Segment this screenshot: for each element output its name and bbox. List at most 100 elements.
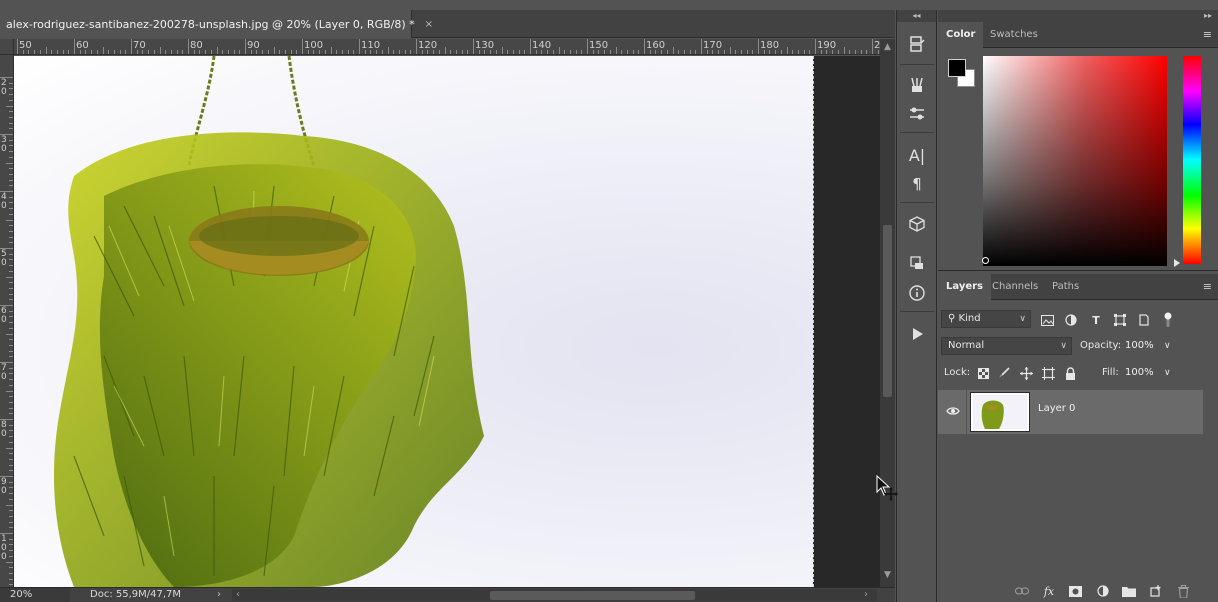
lock-position-icon[interactable] — [1018, 365, 1034, 381]
ruler-minor-tick — [148, 50, 150, 54]
layer-row[interactable]: Layer 0 — [938, 390, 1203, 434]
ruler-top[interactable]: 50 60 70 80 90 100 110 120 130 140 150 160 170 180 190… — [14, 39, 880, 55]
ruler-minor-tick — [336, 50, 338, 54]
ruler-minor-tick — [797, 50, 799, 54]
hue-slider[interactable] — [1183, 56, 1201, 264]
chevron-down-icon[interactable]: ∨ — [1164, 337, 1171, 355]
ruler-minor-tick — [592, 50, 594, 54]
filter-pixel-icon[interactable] — [1039, 312, 1055, 328]
ruler-minor-tick — [284, 50, 286, 54]
tab-color[interactable]: Color — [938, 22, 984, 48]
ruler-minor-tick — [6, 105, 13, 107]
history-brush-icon[interactable] — [903, 32, 931, 56]
ruler-minor-tick — [9, 401, 13, 403]
visibility-eye-icon[interactable] — [944, 402, 962, 420]
layer-style-fx-icon[interactable]: fx — [1041, 584, 1057, 598]
filter-smart-object-icon[interactable] — [1136, 312, 1152, 328]
ruler-minor-tick — [9, 327, 13, 329]
ruler-minor-tick — [222, 50, 224, 54]
blend-mode-select[interactable]: Normal ∨ — [941, 337, 1072, 355]
tab-paths[interactable]: Paths — [1044, 274, 1087, 300]
ruler-top-label: 90 — [247, 40, 260, 51]
character-icon[interactable]: A| — [903, 143, 931, 167]
ruler-minor-tick — [353, 50, 355, 54]
3d-cube-icon[interactable] — [903, 212, 931, 236]
filter-type-icon[interactable]: T — [1088, 312, 1104, 328]
ruler-minor-tick — [9, 436, 13, 438]
delete-layer-trash-icon[interactable] — [1175, 584, 1191, 598]
fill-value[interactable]: 100% — [1125, 364, 1154, 382]
ruler-left[interactable]: 2 0 3 0 4 0 5 0 6 0 7 0 8 0 9 0 1 0 0 — [0, 55, 14, 587]
zoom-level-field[interactable]: 20% — [0, 588, 70, 602]
lock-image-pixels-icon[interactable] — [996, 365, 1012, 381]
layer-name[interactable]: Layer 0 — [1038, 403, 1075, 414]
color-picker-marker[interactable] — [982, 257, 989, 264]
chevron-down-icon[interactable]: ∨ — [1164, 364, 1171, 382]
ruler-minor-tick — [262, 50, 264, 54]
ruler-left-label: 3 0 — [1, 135, 7, 154]
hue-slider-marker[interactable] — [1174, 259, 1180, 267]
brush-presets-icon[interactable] — [903, 73, 931, 97]
ruler-minor-tick — [9, 424, 13, 426]
ruler-minor-tick — [125, 50, 127, 54]
filter-toggle-icon[interactable] — [1160, 312, 1176, 328]
document-canvas[interactable] — [14, 56, 813, 587]
opacity-value[interactable]: 100% — [1125, 337, 1154, 355]
ruler-minor-tick — [9, 498, 13, 500]
paragraph-icon[interactable]: ¶ — [903, 172, 931, 196]
ruler-minor-tick — [626, 50, 628, 54]
new-adjustment-layer-icon[interactable] — [1095, 584, 1111, 598]
new-group-folder-icon[interactable] — [1121, 584, 1137, 598]
3d-materials-icon[interactable] — [903, 251, 931, 275]
link-layers-icon[interactable] — [1014, 584, 1030, 598]
tab-channels[interactable]: Channels — [984, 274, 1046, 300]
play-actions-icon[interactable] — [903, 322, 931, 346]
add-mask-icon[interactable] — [1067, 584, 1083, 598]
ruler-minor-tick — [849, 50, 851, 54]
chevron-down-icon: ∨ — [1019, 314, 1026, 324]
vertical-scroll-thumb[interactable] — [883, 225, 892, 397]
filter-shape-icon[interactable] — [1112, 312, 1128, 328]
ruler-minor-tick — [803, 50, 805, 54]
adjustments-sliders-icon[interactable] — [903, 102, 931, 126]
collapse-panels-icon[interactable]: ▸▸ — [938, 10, 1218, 22]
ruler-minor-tick — [786, 47, 788, 54]
scroll-left-icon[interactable]: ‹ — [236, 588, 240, 602]
document-tab[interactable]: alex-rodriguez-santibanez-200278-unsplas… — [0, 10, 433, 38]
ruler-minor-tick — [604, 50, 606, 54]
color-panel-menu-icon[interactable]: ≡ — [1203, 29, 1212, 40]
status-menu-arrow-icon[interactable]: › — [217, 588, 221, 602]
layer-row-divider — [966, 390, 967, 434]
fill-label: Fill: — [1102, 367, 1119, 378]
ruler-major-tick — [188, 39, 189, 54]
color-spectrum-field[interactable] — [983, 56, 1167, 266]
new-layer-icon[interactable] — [1148, 584, 1164, 598]
lock-all-icon[interactable] — [1062, 365, 1078, 381]
layers-panel-menu-icon[interactable]: ≡ — [1203, 281, 1212, 292]
collapse-strip-icon[interactable]: ◂◂ — [897, 10, 936, 22]
ruler-minor-tick — [9, 578, 13, 580]
layer-kind-filter[interactable]: ⚲ Kind ∨ — [941, 310, 1031, 328]
ruler-minor-tick — [9, 185, 13, 187]
ruler-minor-tick — [9, 441, 13, 443]
lock-artboard-icon[interactable] — [1040, 365, 1056, 381]
ruler-minor-tick — [638, 50, 640, 54]
info-icon[interactable] — [903, 281, 931, 305]
foreground-color-swatch[interactable] — [948, 59, 966, 77]
tab-swatches[interactable]: Swatches — [982, 22, 1046, 48]
ruler-minor-tick — [780, 50, 782, 54]
document-size-info: Doc: 55,9M/47,7M — [90, 589, 182, 600]
panel-icon-strip: ◂◂ A| ¶ — [896, 10, 937, 602]
lock-transparent-pixels-icon[interactable] — [975, 365, 991, 381]
scroll-right-icon[interactable]: › — [864, 588, 868, 602]
ruler-minor-tick — [9, 339, 13, 341]
scroll-up-icon[interactable]: ▲ — [880, 42, 895, 54]
close-tab-icon[interactable]: × — [425, 19, 433, 30]
horizontal-scroll-thumb[interactable] — [490, 591, 695, 600]
filter-adjustment-icon[interactable] — [1063, 312, 1079, 328]
canvas-area[interactable] — [14, 56, 880, 587]
ruler-minor-tick — [467, 50, 469, 54]
ruler-minor-tick — [28, 50, 30, 54]
scroll-down-icon[interactable]: ▼ — [880, 570, 895, 582]
layer-thumbnail[interactable] — [970, 392, 1030, 432]
